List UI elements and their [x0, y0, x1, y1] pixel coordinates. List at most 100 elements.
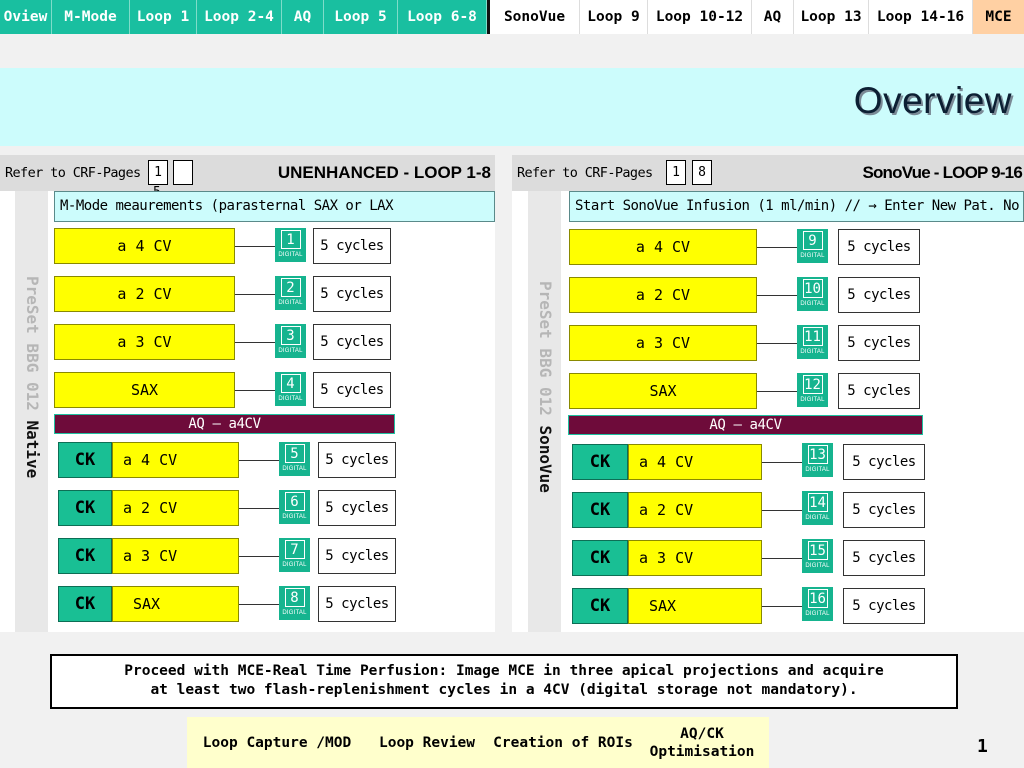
ck-label: CK — [572, 588, 628, 624]
ck-label: CK — [572, 444, 628, 480]
loop-badge[interactable]: 8 DIGITAL — [279, 586, 310, 620]
crf-page-box — [173, 160, 193, 185]
loop-badge[interactable]: 10 DIGITAL — [797, 277, 828, 311]
tab-loop-14-16[interactable]: Loop 14-16 — [869, 0, 973, 34]
view-a3cv[interactable]: a 3 CV — [569, 325, 757, 361]
loop-badge[interactable]: 12 DIGITAL — [797, 373, 828, 407]
aq-bar[interactable]: AQ – a4CV — [54, 414, 395, 434]
preset-label: PreSet BBG 012 Native — [23, 276, 42, 479]
tab-loop-2-4[interactable]: Loop 2-4 — [197, 0, 282, 34]
connector-line — [235, 390, 275, 391]
side-strip: PreSet BBG 012 Native — [15, 191, 48, 632]
loop-badge[interactable]: 4 DIGITAL — [275, 372, 306, 406]
ck-view-label: SAX — [112, 586, 239, 622]
loop-badge[interactable]: 6 DIGITAL — [279, 490, 310, 524]
cycles-box: 5 cycles — [843, 492, 925, 528]
ck-label: CK — [572, 492, 628, 528]
tab-m-mode[interactable]: M-Mode — [52, 0, 130, 34]
loop-badge[interactable]: 13 DIGITAL — [802, 443, 833, 477]
ck-view-label: a 3 CV — [628, 540, 762, 576]
connector-line — [235, 342, 275, 343]
cycles-box: 5 cycles — [313, 276, 391, 312]
loop-capture-link[interactable]: Loop Capture /MOD — [187, 717, 367, 768]
view-a3cv[interactable]: a 3 CV — [54, 324, 235, 360]
preset-label: PreSet BBG 012 SonoVue — [536, 281, 555, 493]
connector-line — [762, 558, 802, 559]
crf-page-box: 8 — [692, 160, 712, 185]
ck-view-label: a 2 CV — [112, 490, 239, 526]
crf-page-box: 1 — [666, 160, 686, 185]
connector-line — [762, 462, 802, 463]
loop-badge[interactable]: 3 DIGITAL — [275, 324, 306, 358]
loop-badge[interactable]: 1 DIGITAL — [275, 228, 306, 262]
page-title: Overview — [853, 80, 1012, 121]
cycles-box: 5 cycles — [318, 490, 396, 526]
tab-mce[interactable]: MCE — [973, 0, 1024, 34]
loop-review-link[interactable]: Loop Review — [372, 717, 482, 768]
view-a4cv[interactable]: a 4 CV — [54, 228, 235, 264]
view-sax[interactable]: SAX — [54, 372, 235, 408]
cycles-box: 5 cycles — [843, 540, 925, 576]
tab-aq-sonovue[interactable]: AQ — [752, 0, 794, 34]
tab-loop-13[interactable]: Loop 13 — [794, 0, 869, 34]
loop-badge[interactable]: 11 DIGITAL — [797, 325, 828, 359]
connector-line — [239, 604, 279, 605]
tab-loop-5[interactable]: Loop 5 — [324, 0, 398, 34]
ck-view-label: a 3 CV — [112, 538, 239, 574]
aq-ck-optimisation-link[interactable]: AQ/CK Optimisation — [642, 717, 762, 768]
ck-label: CK — [58, 538, 112, 574]
cycles-box: 5 cycles — [313, 324, 391, 360]
tab-aq-native[interactable]: AQ — [282, 0, 324, 34]
tab-loop-10-12[interactable]: Loop 10-12 — [648, 0, 752, 34]
loop-badge[interactable]: 2 DIGITAL — [275, 276, 306, 310]
panel-header: Refer to CRF-Pages 1 8 SonoVue - LOOP 9-… — [512, 155, 1024, 191]
ck-view-label: a 4 CV — [628, 444, 762, 480]
cycles-box: 5 cycles — [843, 444, 925, 480]
instruction-bar: M-Mode meaurements (parasternal SAX or L… — [54, 191, 495, 222]
tab-loop-1[interactable]: Loop 1 — [130, 0, 197, 34]
ck-view-a2cv[interactable]: CK a 2 CV — [572, 492, 762, 528]
ck-view-a3cv[interactable]: CK a 3 CV — [58, 538, 239, 574]
ck-view-a4cv[interactable]: CK a 4 CV — [572, 444, 762, 480]
ck-label: CK — [58, 490, 112, 526]
optimisation-line: Optimisation — [649, 743, 755, 760]
tab-loop-6-8[interactable]: Loop 6-8 — [398, 0, 487, 34]
loop-badge[interactable]: 9 DIGITAL — [797, 229, 828, 263]
connector-line — [757, 343, 797, 344]
view-sax[interactable]: SAX — [569, 373, 757, 409]
ck-view-a4cv[interactable]: CK a 4 CV — [58, 442, 239, 478]
crf-label: Refer to CRF-Pages — [517, 165, 653, 181]
ck-view-a3cv[interactable]: CK a 3 CV — [572, 540, 762, 576]
connector-line — [757, 295, 797, 296]
ck-view-sax[interactable]: CK SAX — [572, 588, 762, 624]
view-a2cv[interactable]: a 2 CV — [54, 276, 235, 312]
top-nav: Oview M-Mode Loop 1 Loop 2-4 AQ Loop 5 L… — [0, 0, 1024, 34]
aq-bar[interactable]: AQ – a4CV — [568, 415, 923, 435]
ck-view-label: a 4 CV — [112, 442, 239, 478]
panel-title: SonoVue - LOOP 9-16 — [862, 163, 1022, 182]
ck-view-sax[interactable]: CK SAX — [58, 586, 239, 622]
unenhanced-panel: Refer to CRF-Pages 1 5 UNENHANCED - LOOP… — [0, 155, 495, 632]
loop-badge[interactable]: 5 DIGITAL — [279, 442, 310, 476]
connector-line — [757, 391, 797, 392]
connector-line — [757, 247, 797, 248]
tab-overview[interactable]: Oview — [0, 0, 52, 34]
loop-badge[interactable]: 16 DIGITAL — [802, 587, 833, 621]
connector-line — [235, 294, 275, 295]
cycles-box: 5 cycles — [318, 586, 396, 622]
panel-header: Refer to CRF-Pages 1 5 UNENHANCED - LOOP… — [0, 155, 495, 200]
ck-view-a2cv[interactable]: CK a 2 CV — [58, 490, 239, 526]
loop-badge[interactable]: 7 DIGITAL — [279, 538, 310, 572]
cycles-box: 5 cycles — [318, 538, 396, 574]
creation-rois-link[interactable]: Creation of ROIs — [487, 717, 639, 768]
tab-loop-9[interactable]: Loop 9 — [580, 0, 648, 34]
cycles-box: 5 cycles — [838, 277, 920, 313]
view-a2cv[interactable]: a 2 CV — [569, 277, 757, 313]
loop-badge[interactable]: 14 DIGITAL — [802, 491, 833, 525]
cycles-box: 5 cycles — [313, 372, 391, 408]
view-a4cv[interactable]: a 4 CV — [569, 229, 757, 265]
loop-badge[interactable]: 15 DIGITAL — [802, 539, 833, 573]
connector-line — [762, 510, 802, 511]
aq-ck-line: AQ/CK — [680, 725, 724, 742]
tab-sonovue[interactable]: SonoVue — [490, 0, 580, 34]
